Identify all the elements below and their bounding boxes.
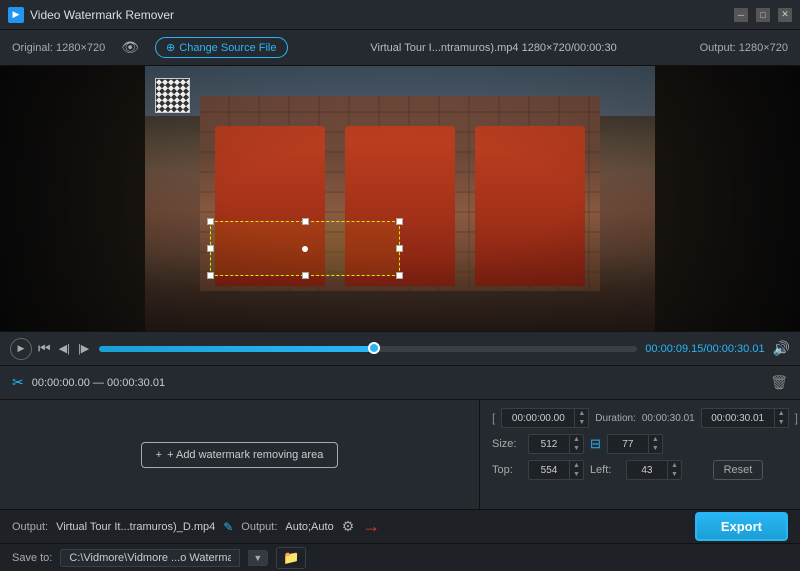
window-controls: ─ □ ✕ [734, 8, 792, 22]
rewind-button[interactable]: ⏮ [36, 338, 53, 359]
save-path-dropdown-button[interactable]: ▼ [248, 550, 268, 566]
time-row: [ ▲ ▼ Duration: 00:00:30.01 ▲ ▼ ] [492, 408, 788, 428]
output-bar: Output: Virtual Tour It...tramuros)_D.mp… [0, 509, 800, 543]
progress-thumb[interactable] [368, 342, 380, 354]
duration-label: Duration: [595, 413, 636, 424]
progress-fill [99, 346, 373, 352]
save-to-label: Save to: [12, 552, 52, 564]
frame-back-button[interactable]: ◀| [57, 340, 72, 357]
header-bar: Original: 1280×720 👁 ⊕ Change Source Fil… [0, 30, 800, 66]
width-input[interactable] [529, 437, 569, 452]
height-input[interactable] [608, 437, 648, 452]
duration-value: 00:00:30.01 [642, 413, 695, 424]
app-title: Video Watermark Remover [30, 8, 734, 22]
left-label: Left: [590, 464, 620, 476]
handle-bottom-mid[interactable] [302, 272, 309, 279]
watermark-selection-box[interactable] [210, 221, 400, 276]
settings-gear-icon[interactable]: ⚙ [342, 518, 355, 535]
top-label: Top: [492, 464, 522, 476]
height-up[interactable]: ▲ [649, 435, 662, 444]
video-preview-area [0, 66, 800, 331]
watermark-center-dot [302, 246, 308, 252]
frame-fwd-button[interactable]: |▶ [76, 340, 91, 357]
save-bar: Save to: ▼ 📁 [0, 543, 800, 571]
play-button[interactable]: ▶ [10, 338, 32, 360]
change-source-button[interactable]: ⊕ Change Source File [155, 37, 287, 58]
left-input[interactable] [627, 463, 667, 478]
end-time-down[interactable]: ▼ [775, 418, 788, 427]
output-format-value: Auto;Auto [285, 521, 333, 533]
playback-bar: ▶ ⏮ ◀| |▶ 00:00:09.15/00:00:30.01 🔊 [0, 331, 800, 365]
transport-controls: ▶ ⏮ ◀| |▶ [10, 338, 91, 360]
handle-top-right[interactable] [396, 218, 403, 225]
right-controls-panel: [ ▲ ▼ Duration: 00:00:30.01 ▲ ▼ ] Size [480, 399, 800, 509]
handle-bottom-right[interactable] [396, 272, 403, 279]
close-button[interactable]: ✕ [778, 8, 792, 22]
left-input-group: ▲ ▼ [626, 460, 682, 480]
volume-icon[interactable]: 🔊 [773, 340, 790, 357]
browse-folder-button[interactable]: 📁 [276, 547, 306, 569]
export-arrow-indicator: → [362, 516, 380, 537]
output-resolution-label: Output: 1280×720 [700, 42, 788, 54]
export-button[interactable]: Export [695, 512, 788, 541]
start-time-input[interactable] [502, 411, 574, 426]
end-time-input[interactable] [702, 411, 774, 426]
bracket-right: ] [795, 411, 798, 425]
start-time-input-group: ▲ ▼ [501, 408, 589, 428]
end-time-up[interactable]: ▲ [775, 409, 788, 418]
clip-bar: ✂ 00:00:00.00 — 00:00:30.01 🗑 [0, 365, 800, 399]
handle-mid-right[interactable] [396, 245, 403, 252]
output-filename: Virtual Tour It...tramuros)_D.mp4 [56, 521, 215, 533]
time-display: 00:00:09.15/00:00:30.01 [645, 343, 764, 355]
maximize-button[interactable]: □ [756, 8, 770, 22]
handle-bottom-left[interactable] [207, 272, 214, 279]
position-row: Top: ▲ ▼ Left: ▲ ▼ Reset [492, 460, 788, 480]
end-time-input-group: ▲ ▼ [701, 408, 789, 428]
minimize-button[interactable]: ─ [734, 8, 748, 22]
qr-code-area [155, 78, 190, 113]
height-input-group: ▲ ▼ [607, 434, 663, 454]
delete-clip-button[interactable]: 🗑 [770, 374, 788, 391]
scissors-icon: ✂ [12, 374, 24, 391]
title-bar: ▶ Video Watermark Remover ─ □ ✕ [0, 0, 800, 30]
handle-top-left[interactable] [207, 218, 214, 225]
edit-filename-icon[interactable]: ✎ [223, 520, 233, 534]
progress-bar[interactable] [99, 346, 637, 352]
preview-eye-icon[interactable]: 👁 [121, 39, 139, 56]
file-info-text: Virtual Tour I...ntramuros).mp4 1280×720… [304, 42, 684, 54]
plus-watermark-icon: + [156, 449, 162, 461]
left-controls-panel: + + Add watermark removing area [0, 399, 480, 509]
qr-pattern [156, 79, 189, 112]
width-input-group: ▲ ▼ [528, 434, 584, 454]
width-down[interactable]: ▼ [570, 444, 583, 453]
clip-time-range: 00:00:00.00 — 00:00:30.01 [32, 377, 762, 389]
width-up[interactable]: ▲ [570, 435, 583, 444]
controls-area: + + Add watermark removing area [ ▲ ▼ Du… [0, 399, 800, 509]
size-label: Size: [492, 438, 522, 450]
top-input-group: ▲ ▼ [528, 460, 584, 480]
top-up[interactable]: ▲ [570, 461, 583, 470]
link-icon[interactable]: ⊟ [590, 436, 601, 452]
left-up[interactable]: ▲ [668, 461, 681, 470]
handle-mid-left[interactable] [207, 245, 214, 252]
add-watermark-button[interactable]: + + Add watermark removing area [141, 442, 339, 468]
reset-button[interactable]: Reset [713, 460, 764, 480]
plus-icon: ⊕ [166, 41, 175, 54]
save-path-input[interactable] [60, 549, 240, 567]
video-frame [0, 66, 800, 331]
handle-top-mid[interactable] [302, 218, 309, 225]
video-overlay [0, 66, 800, 331]
start-time-up[interactable]: ▲ [575, 409, 588, 418]
left-down[interactable]: ▼ [668, 470, 681, 479]
output-label-2: Output: [241, 521, 277, 533]
original-resolution-label: Original: 1280×720 [12, 42, 105, 54]
start-time-down[interactable]: ▼ [575, 418, 588, 427]
top-input[interactable] [529, 463, 569, 478]
size-row: Size: ▲ ▼ ⊟ ▲ ▼ [492, 434, 788, 454]
app-icon: ▶ [8, 7, 24, 23]
top-down[interactable]: ▼ [570, 470, 583, 479]
bracket-left: [ [492, 411, 495, 425]
output-label-1: Output: [12, 521, 48, 533]
height-down[interactable]: ▼ [649, 444, 662, 453]
